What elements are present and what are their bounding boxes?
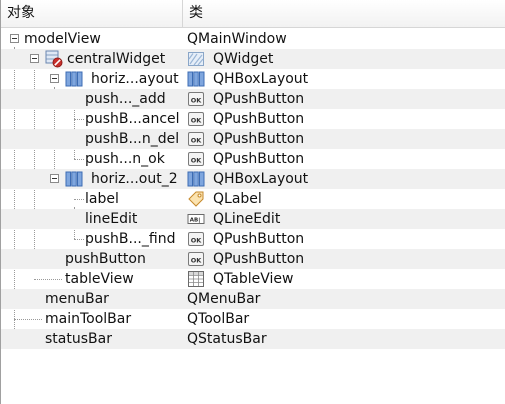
hbox-layout-icon (187, 170, 205, 188)
push-button-icon (187, 110, 205, 128)
header-object-column[interactable]: 对象 (1, 0, 183, 28)
object-tree: modelView QMainWindow centralWidget QWid… (1, 29, 505, 349)
tree-row-lineedit[interactable]: lineEdit QLineEdit (1, 209, 505, 229)
object-name: modelView (24, 31, 101, 47)
central-widget-icon (45, 50, 63, 68)
object-name: pushB...n_del (85, 131, 180, 147)
tree-row-modelview[interactable]: modelView QMainWindow (1, 29, 505, 49)
tree-row-push-cancel[interactable]: pushB...ancel QPushButton (1, 109, 505, 129)
object-name: pushB...ancel (85, 111, 180, 127)
tree-row-maintoolbar[interactable]: mainToolBar QToolBar (1, 309, 505, 329)
push-button-icon (187, 230, 205, 248)
object-name: centralWidget (67, 51, 166, 67)
hbox-layout-icon (65, 170, 83, 188)
push-button-icon (187, 130, 205, 148)
object-name: tableView (65, 271, 134, 287)
object-name: push..._add (85, 91, 166, 107)
tree-row-push-ok[interactable]: push...n_ok QPushButton (1, 149, 505, 169)
hbox-layout-icon (187, 70, 205, 88)
tree-row-push-add[interactable]: push..._add QPushButton (1, 89, 505, 109)
tree-header: 对象 类 (1, 0, 505, 28)
collapse-toggle[interactable] (50, 174, 59, 183)
tree-row-push-find[interactable]: pushB..._find QPushButton (1, 229, 505, 249)
tree-row-statusbar[interactable]: statusBar QStatusBar (1, 329, 505, 349)
object-name: menuBar (45, 291, 109, 307)
push-button-icon (187, 250, 205, 268)
object-name: push...n_ok (85, 151, 165, 167)
tree-row-tableview[interactable]: tableView QTableView (1, 269, 505, 289)
header-class-column[interactable]: 类 (183, 0, 505, 28)
object-name: horiz...out_2 (91, 171, 178, 187)
hbox-layout-icon (65, 70, 83, 88)
tree-row-push-del[interactable]: pushB...n_del QPushButton (1, 129, 505, 149)
object-name: horiz...ayout (91, 71, 179, 87)
push-button-icon (187, 150, 205, 168)
object-name: pushButton (65, 251, 146, 267)
table-view-icon (187, 270, 205, 288)
tree-row-label[interactable]: label QLabel (1, 189, 505, 209)
collapse-toggle[interactable] (30, 54, 39, 63)
collapse-toggle[interactable] (10, 34, 19, 43)
object-name: label (85, 191, 119, 207)
collapse-toggle[interactable] (50, 74, 59, 83)
tree-row-pushbutton[interactable]: pushButton QPushButton (1, 249, 505, 269)
push-button-icon (187, 90, 205, 108)
object-name: lineEdit (85, 211, 138, 227)
label-tag-icon (187, 190, 205, 208)
object-name: pushB..._find (85, 231, 176, 247)
tree-row-horizontal-layout[interactable]: horiz...ayout QHBoxLayout (1, 69, 505, 89)
widget-icon (187, 50, 205, 68)
tree-row-menubar[interactable]: menuBar QMenuBar (1, 289, 505, 309)
object-name: statusBar (45, 331, 112, 347)
line-edit-icon (187, 210, 205, 228)
tree-row-horizontal-layout-2[interactable]: horiz...out_2 QHBoxLayout (1, 169, 505, 189)
object-inspector: 对象 类 modelView QMainWindow centralWidget… (0, 0, 505, 404)
object-name: mainToolBar (45, 311, 132, 327)
tree-row-centralwidget[interactable]: centralWidget QWidget (1, 49, 505, 69)
